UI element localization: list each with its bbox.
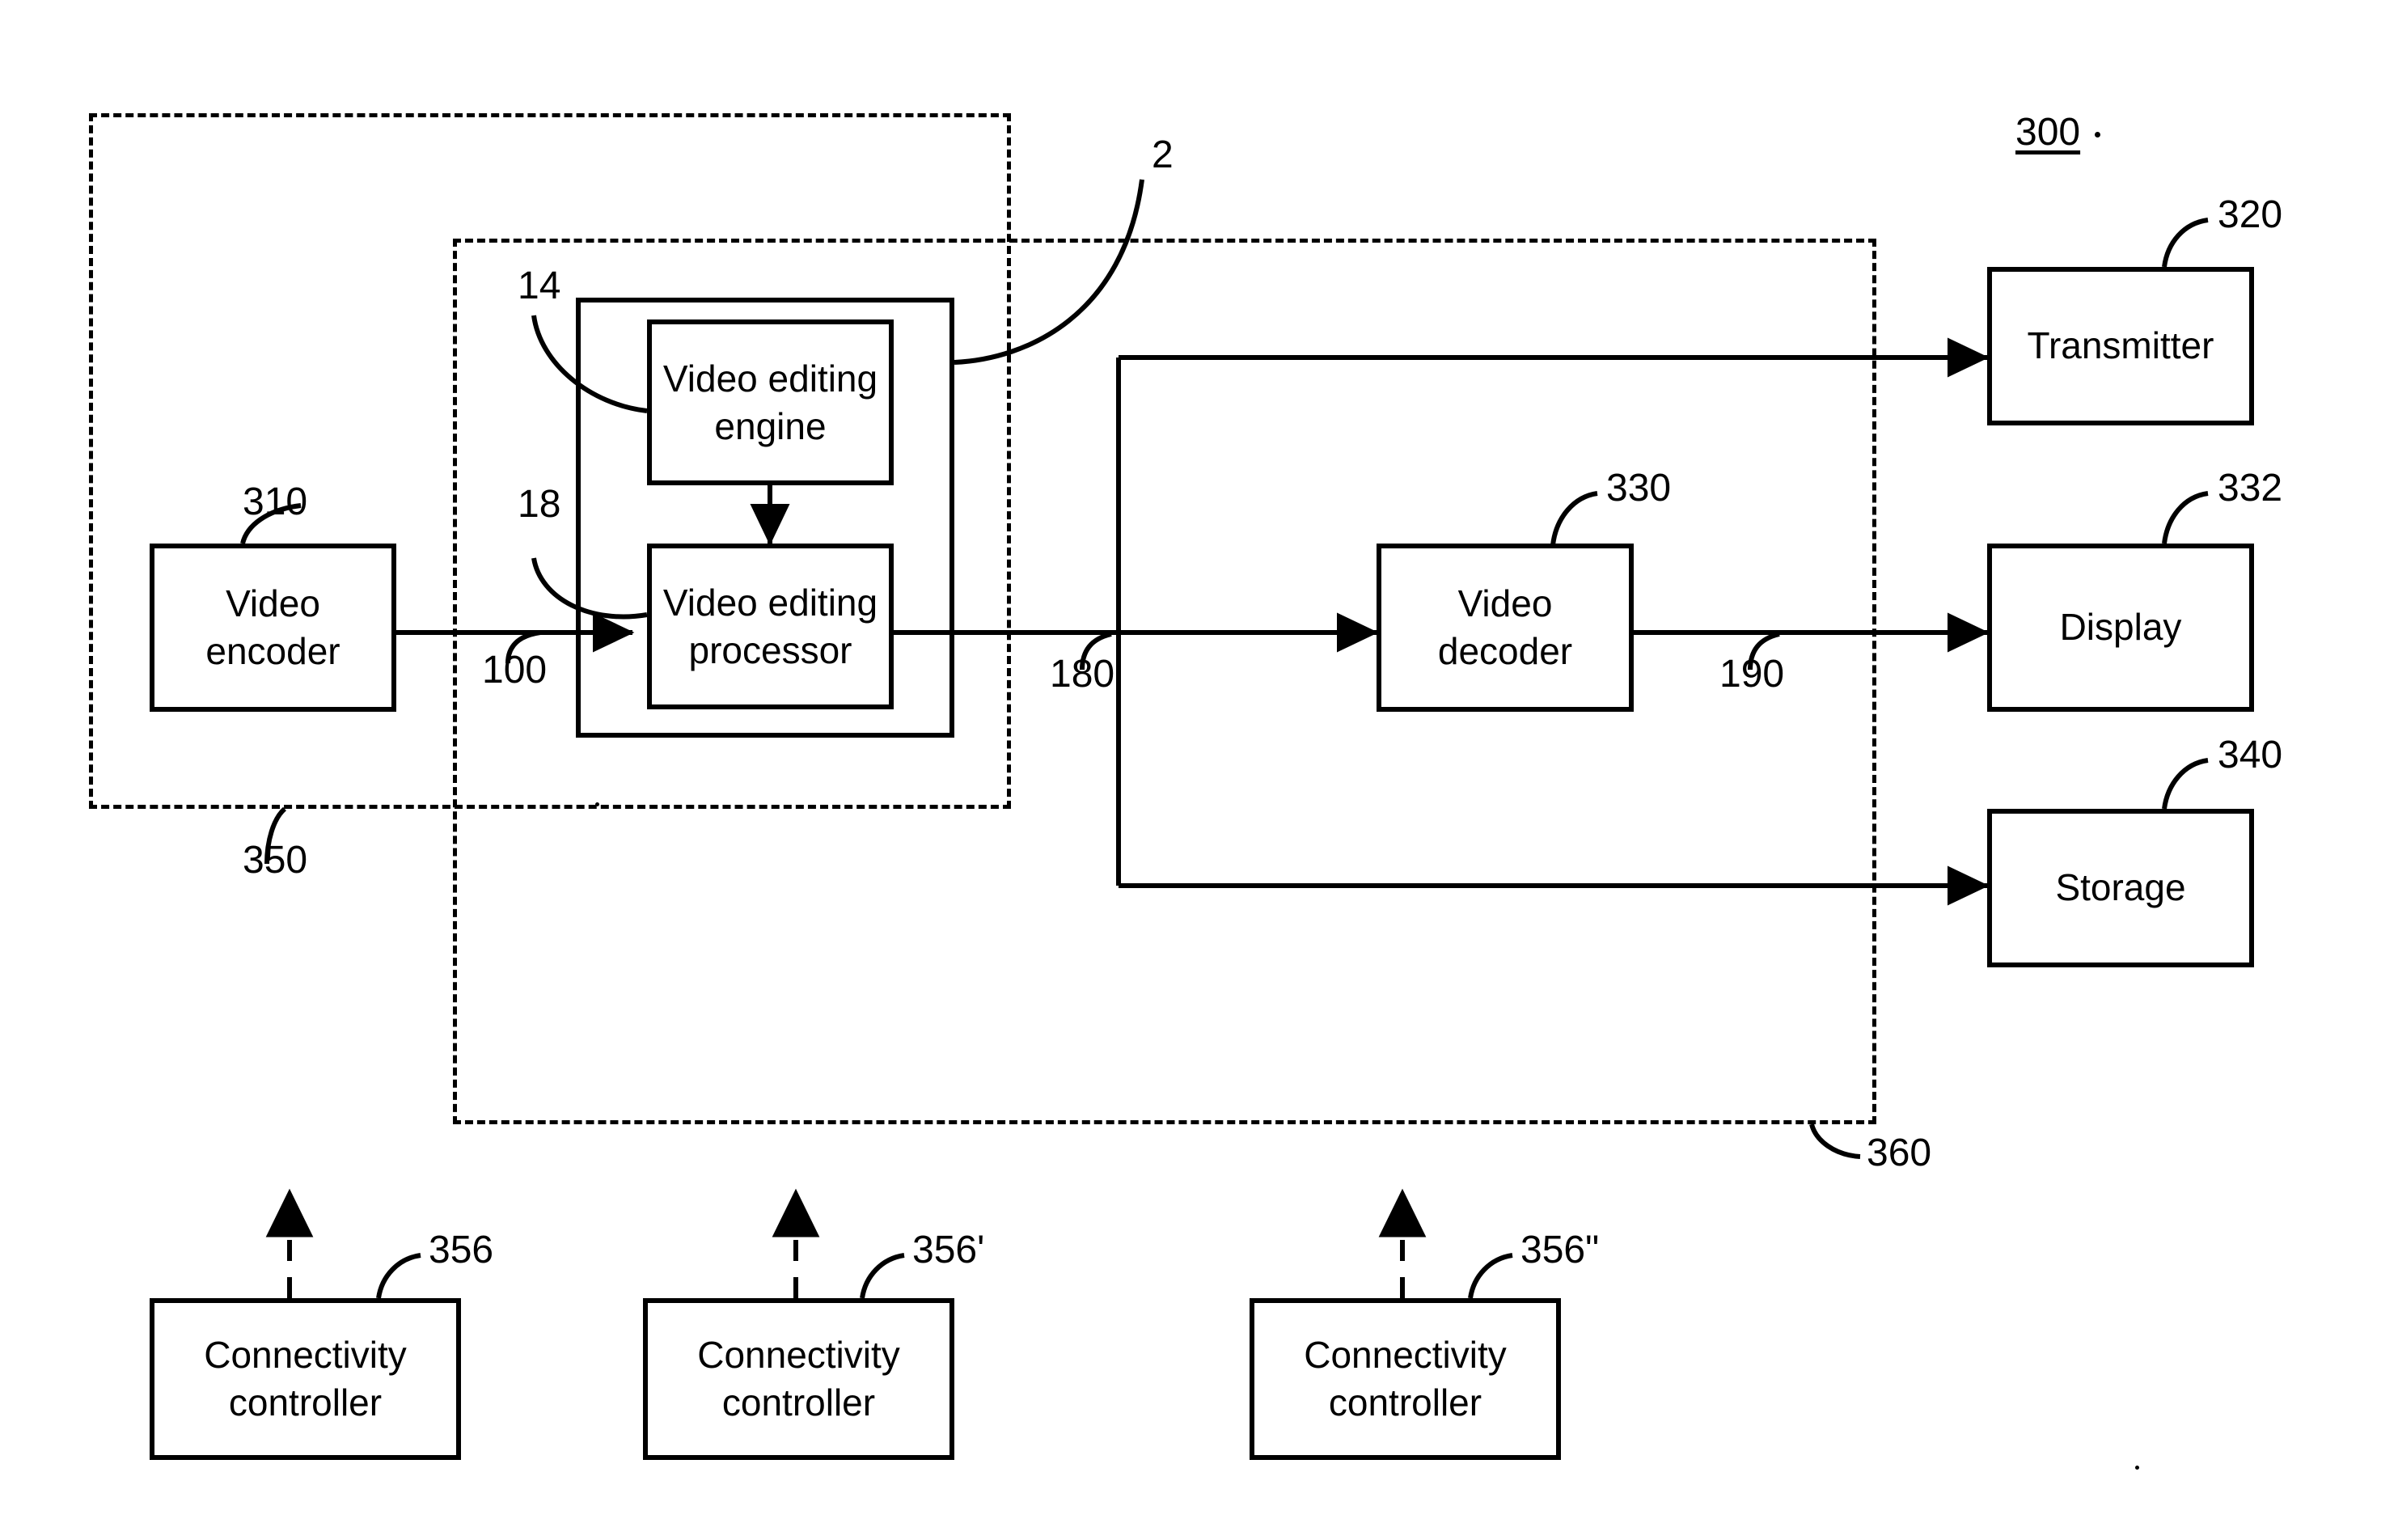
ref-processor-18: 18	[518, 483, 561, 526]
ref-system-2: 2	[1152, 133, 1174, 176]
ref-signal-190: 190	[1719, 653, 1785, 696]
transmitter-block[interactable]: Transmitter	[1987, 267, 2254, 425]
ref-region-360: 360	[1867, 1132, 1932, 1174]
display-block[interactable]: Display	[1987, 544, 2254, 712]
ref-signal-180: 180	[1050, 653, 1115, 696]
figure-number-300: 300	[2015, 111, 2081, 154]
ref-connectivity-356-dprime: 356"	[1520, 1229, 1600, 1271]
video-editing-engine-label: Video editing engine	[662, 357, 878, 447]
storage-block[interactable]: Storage	[1987, 809, 2254, 967]
video-editing-engine-block[interactable]: Video editing engine	[647, 319, 894, 485]
ref-engine-14: 14	[518, 264, 561, 307]
ref-storage-340: 340	[2218, 734, 2283, 776]
patent-figure-canvas: Video encoder Video editing engine Video…	[0, 0, 2398, 1540]
video-editing-processor-label: Video editing processor	[662, 581, 878, 671]
connectivity-controller-block-1[interactable]: Connectivity controller	[150, 1298, 461, 1460]
storage-label: Storage	[2055, 866, 2186, 909]
ref-connectivity-356-prime: 356'	[912, 1229, 985, 1271]
video-encoder-label: Video encoder	[205, 582, 340, 672]
video-decoder-label: Video decoder	[1437, 582, 1573, 672]
connectivity-controller-block-3[interactable]: Connectivity controller	[1250, 1298, 1561, 1460]
scan-artifact-dot-1	[595, 802, 599, 806]
ref-encoder-310: 310	[243, 480, 308, 523]
connectivity-controller-block-2[interactable]: Connectivity controller	[643, 1298, 954, 1460]
video-encoder-block[interactable]: Video encoder	[150, 544, 396, 712]
figure-number-tick	[2095, 132, 2100, 138]
display-label: Display	[2059, 606, 2182, 649]
ref-transmitter-320: 320	[2218, 193, 2283, 236]
ref-connectivity-356: 356	[429, 1229, 494, 1271]
connectivity-controller-label-2: Connectivity controller	[697, 1334, 900, 1424]
ref-signal-100: 100	[482, 649, 548, 692]
connectivity-controller-label-1: Connectivity controller	[204, 1334, 407, 1424]
video-decoder-block[interactable]: Video decoder	[1377, 544, 1634, 712]
ref-display-332: 332	[2218, 467, 2283, 510]
ref-decoder-330: 330	[1606, 467, 1672, 510]
video-editing-processor-block[interactable]: Video editing processor	[647, 544, 894, 709]
connectivity-controller-label-3: Connectivity controller	[1304, 1334, 1507, 1424]
scan-artifact-dot-2	[2135, 1466, 2139, 1470]
ref-region-350: 350	[243, 839, 308, 882]
transmitter-label: Transmitter	[2027, 324, 2214, 367]
